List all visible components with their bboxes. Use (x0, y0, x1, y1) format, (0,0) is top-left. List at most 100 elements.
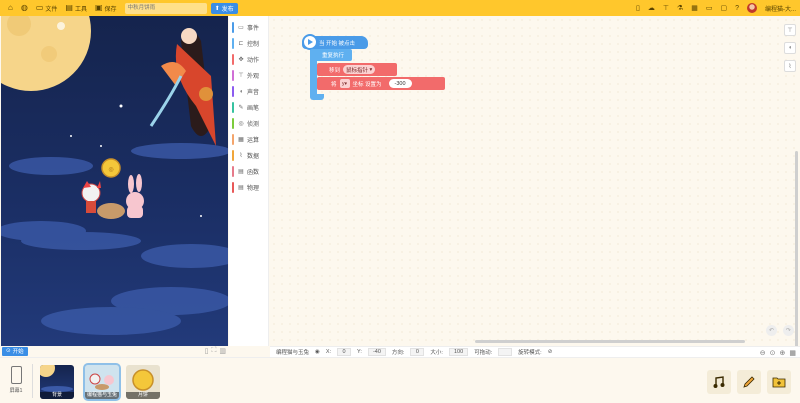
publish-button[interactable]: ⬆ 发布 (210, 2, 238, 14)
start-button[interactable]: ⊙ 开始 (2, 346, 28, 356)
stage-canvas[interactable]: ◎ (1, 16, 228, 346)
rotate-label: 旋转模式: (518, 350, 542, 356)
divider (32, 364, 33, 398)
y-label: Y: (357, 349, 362, 355)
palette-category[interactable]: ▤ 物理 (232, 181, 266, 194)
zoom-in-icon[interactable]: ⊕ (780, 349, 786, 357)
axis-dropdown[interactable]: y ▾ (339, 79, 350, 88)
x-label: X: (325, 349, 332, 355)
scene-selector[interactable]: 屏幕1 (4, 366, 28, 398)
category-color-bar (232, 54, 234, 65)
palette-category[interactable]: ✥ 动作 (232, 53, 266, 66)
category-color-bar (232, 118, 234, 129)
palette-category[interactable]: ▤ 函数 (232, 165, 266, 178)
sprite-thumb-background[interactable]: 背景 (40, 365, 74, 399)
forever-label: 重复执行 (322, 53, 345, 59)
palette-category[interactable]: ◎ 侦测 (232, 117, 266, 130)
add-sprite-button[interactable] (767, 370, 791, 394)
sprite-name[interactable]: 编程猫与玉兔 (276, 348, 309, 356)
palette-category[interactable]: ▭ 事件 (232, 21, 266, 34)
sound-icon[interactable]: ◖ (784, 42, 796, 54)
category-color-bar (232, 182, 234, 193)
home-button[interactable]: ⌂ (8, 4, 13, 12)
avatar[interactable] (747, 3, 757, 13)
sprite-tray: 屏幕1 背景 编程猫与玉兔 月饼 (0, 357, 800, 403)
horizontal-scrollbar[interactable] (475, 340, 745, 343)
play-icon (302, 34, 318, 50)
sound-icon: ◖ (239, 88, 243, 95)
box-icon[interactable]: ▦ (691, 5, 698, 12)
category-color-bar (232, 86, 234, 97)
chart-icon[interactable]: ⌇ (784, 60, 796, 72)
category-color-bar (232, 134, 234, 145)
toolbox-icon: ▤ (65, 3, 73, 12)
direction-label: 方向: (391, 350, 405, 356)
palette-category[interactable]: ⊏ 控制 (232, 37, 266, 50)
thumb-label: 月饼 (126, 392, 160, 399)
user-name[interactable]: 编程猫-大... (765, 4, 796, 13)
motion-icon: ✥ (238, 57, 244, 63)
folder-icon[interactable]: ▭ (706, 5, 713, 12)
vertical-scrollbar[interactable] (795, 151, 798, 351)
move-target-dropdown[interactable]: 鼠标指针 ▾ (343, 65, 376, 74)
scene-label: 屏幕1 (9, 388, 23, 394)
axis-value: y (342, 80, 345, 87)
forever-block[interactable]: 重复执行 (310, 49, 352, 61)
category-color-bar (232, 38, 234, 49)
rotate-mode-select[interactable]: ⊘ (548, 349, 553, 355)
palette-category[interactable]: ✎ 画笔 (232, 101, 266, 114)
category-label: 物理 (247, 186, 260, 192)
stage-view-tools: ▯ ⛶ ▥ (205, 346, 226, 356)
palette-category[interactable]: ⌇ 数据 (232, 149, 266, 162)
move-target-value: 鼠标指针 (346, 67, 369, 74)
redo-icon[interactable]: ↷ (783, 325, 794, 336)
thumb-label: 编程猫与玉兔 (85, 392, 119, 399)
x-input[interactable]: 0 (337, 348, 352, 356)
file-menu[interactable]: ▭ 文件 (36, 4, 58, 13)
size-input[interactable]: 100 (448, 348, 469, 356)
project-name-input[interactable] (124, 2, 207, 14)
code-workspace[interactable]: 当 开始 被点击 重复执行 移到 鼠标指针 ▾ 将 y ▾ 坐标 设置为 -300… (270, 16, 800, 351)
publish-icon: ⬆ (214, 5, 220, 12)
help-icon[interactable]: ? (735, 5, 739, 12)
move-label: 移到 (329, 67, 341, 74)
undo-icon[interactable]: ↶ (766, 325, 777, 336)
add-sound-button[interactable] (707, 370, 731, 394)
play-icon: ⊙ (6, 348, 11, 354)
device-icon[interactable]: ▯ (205, 347, 209, 355)
eye-icon[interactable]: ◉ (315, 349, 320, 355)
set-value-input[interactable]: -300 (388, 79, 412, 88)
flask-icon[interactable]: ⚗ (677, 5, 683, 12)
forever-block-foot[interactable] (310, 94, 324, 100)
save-menu[interactable]: ▣ 保存 (95, 4, 117, 13)
shirt-icon[interactable]: ⊤ (784, 24, 796, 36)
fullscreen-icon[interactable]: ⛶ (211, 347, 216, 355)
tools-menu[interactable]: ▤ 工具 (65, 4, 87, 13)
cloud-icon[interactable]: ☁ (648, 5, 655, 12)
category-label: 函数 (247, 170, 260, 176)
fit-icon[interactable]: ▦ (789, 349, 796, 357)
category-color-bar (232, 70, 234, 81)
phone-icon[interactable]: ▯ (636, 5, 640, 12)
palette-category[interactable]: ⊤ 外观 (232, 69, 266, 82)
direction-input[interactable]: 0 (410, 348, 425, 356)
sprite-thumb-mooncake[interactable]: 月饼 (126, 365, 160, 399)
palette-category[interactable]: ▦ 运算 (232, 133, 266, 146)
y-input[interactable]: -40 (367, 348, 386, 356)
workspace-side-tools: ⊤ ◖ ⌇ (784, 24, 796, 72)
draggable-toggle[interactable] (498, 348, 513, 356)
category-color-bar (232, 166, 234, 177)
palette-category[interactable]: ◖ 声音 (232, 85, 266, 98)
paint-button[interactable] (737, 370, 761, 394)
sprite-thumb-cat-rabbit[interactable]: 编程猫与玉兔 (83, 363, 121, 401)
pencil-icon (743, 376, 755, 388)
draggable-label: 可拖动: (474, 350, 493, 356)
set-coordinate-block[interactable]: 将 y ▾ 坐标 设置为 -300 (317, 77, 445, 90)
zoom-reset-icon[interactable]: ⊙ (770, 349, 776, 357)
globe-button[interactable]: ◍ (21, 4, 28, 12)
zoom-out-icon[interactable]: ⊖ (760, 349, 766, 357)
layout-icon[interactable]: ▥ (219, 347, 226, 355)
move-to-block[interactable]: 移到 鼠标指针 ▾ (317, 63, 397, 76)
window-icon[interactable]: ▢ (720, 5, 727, 12)
shirt-icon[interactable]: ⊤ (663, 5, 669, 12)
